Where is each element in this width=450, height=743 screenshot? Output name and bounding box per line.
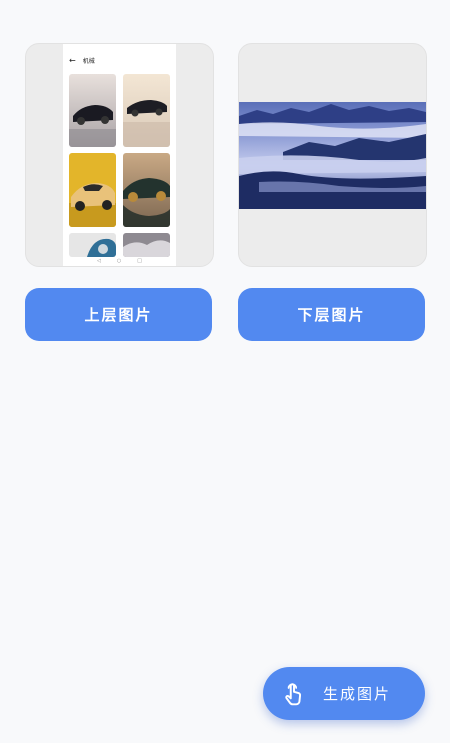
thumbnail-dark-hypercar-2: [123, 74, 170, 147]
upper-image-card[interactable]: ← 机械 ◁ ○ □: [25, 43, 214, 267]
lower-image-button[interactable]: 下层图片: [238, 288, 425, 341]
thumbnail-dark-hypercar: [69, 74, 116, 147]
thumbnail-yellow-sports-car: [69, 153, 116, 227]
thumbnail-cloud-scene: [123, 233, 170, 257]
lower-image-card[interactable]: [238, 43, 427, 267]
nav-recent-icon: □: [137, 258, 142, 264]
upper-image-button[interactable]: 上层图片: [25, 288, 212, 341]
thumbnail-green-sports-car: [123, 153, 170, 227]
nav-back-icon: ◁: [97, 258, 101, 264]
generate-image-fab[interactable]: 生成图片: [263, 667, 425, 720]
phone-header: ← 机械: [63, 52, 176, 69]
phone-status-bar: [63, 44, 176, 52]
nav-home-icon: ○: [116, 258, 122, 264]
upper-image-preview: ← 机械 ◁ ○ □: [63, 44, 176, 266]
phone-nav-bar: ◁ ○ □: [63, 256, 176, 266]
thumbnail-blue-car: [69, 233, 116, 257]
generate-image-label: 生成图片: [323, 685, 392, 703]
arrow-left-icon: ←: [69, 56, 76, 65]
hand-tap-icon: [285, 682, 302, 705]
phone-title: 机械: [82, 58, 95, 65]
lower-image-preview: [239, 102, 426, 209]
